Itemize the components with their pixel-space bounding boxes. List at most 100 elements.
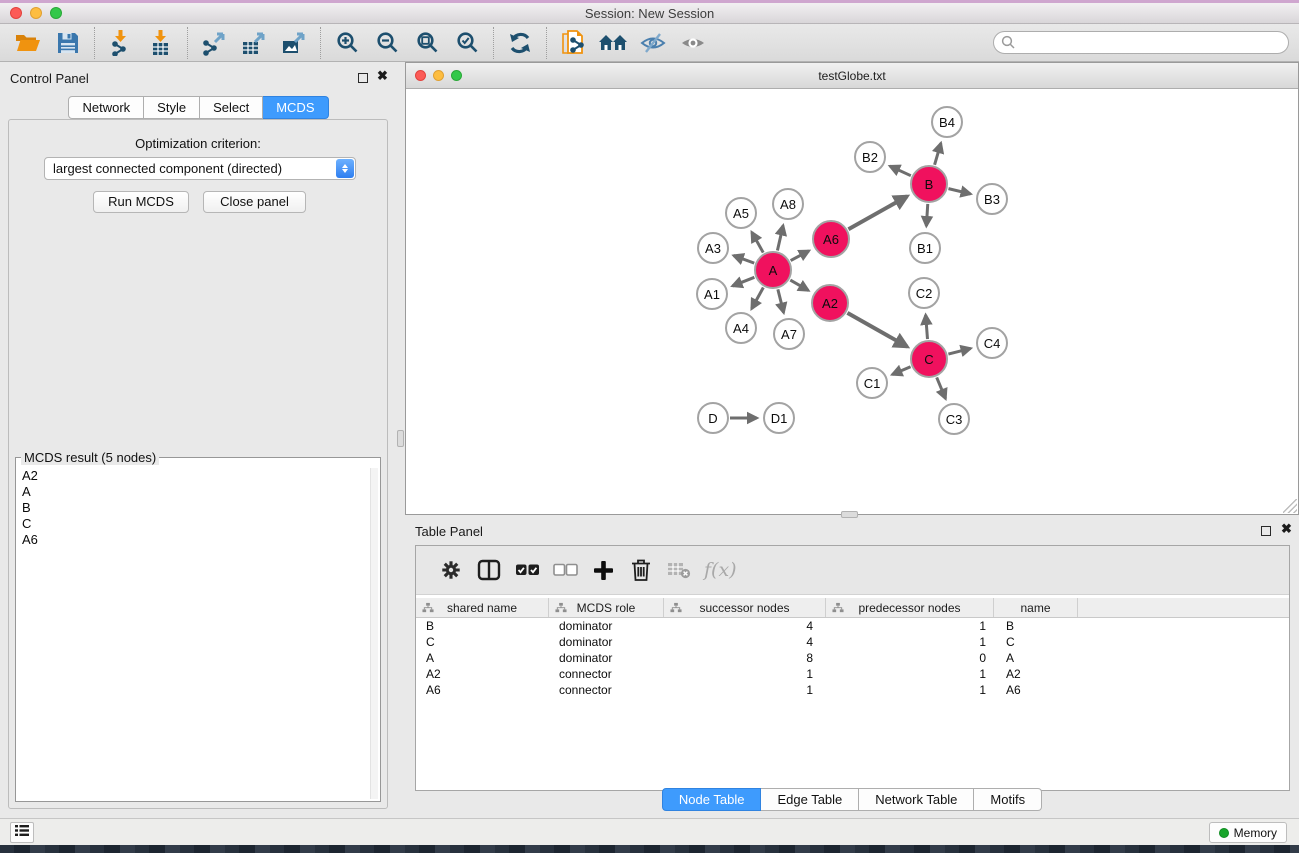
tab-style[interactable]: Style [144,96,200,119]
close-panel-button[interactable]: Close panel [203,191,306,213]
float-table-panel-icon[interactable] [1261,526,1271,536]
zoom-in-icon[interactable] [327,27,367,59]
graph-node-D[interactable]: D [697,402,729,434]
edge-A-A6[interactable] [791,251,809,261]
close-table-panel-icon[interactable]: ✖ [1281,521,1292,537]
graph-node-B[interactable]: B [910,165,948,203]
zoom-selected-icon[interactable] [447,27,487,59]
import-network-icon[interactable] [101,27,141,59]
edge-C-C4[interactable] [948,348,970,354]
table-row[interactable]: Cdominator41C [416,634,1289,650]
edge-A-A2[interactable] [790,280,808,290]
graph-node-A6[interactable]: A6 [812,220,850,258]
column-header-shared-name[interactable]: shared name [416,598,549,617]
refresh-icon[interactable] [500,27,540,59]
horizontal-splitter-grip[interactable] [841,511,858,518]
column-header-predecessor-nodes[interactable]: predecessor nodes [826,598,994,617]
show-columns-icon[interactable] [470,553,508,587]
graph-node-D1[interactable]: D1 [763,402,795,434]
edge-A-A5[interactable] [752,232,763,252]
result-list-item[interactable]: B [18,500,369,516]
import-table-icon[interactable] [141,27,181,59]
criterion-dropdown[interactable]: largest connected component (directed) [44,157,356,180]
graph-node-A8[interactable]: A8 [772,188,804,220]
graph-node-C[interactable]: C [910,340,948,378]
edge-B-B2[interactable] [890,166,911,176]
houses-icon[interactable] [593,27,633,59]
export-table-icon[interactable] [234,27,274,59]
table-row[interactable]: A2connector11A2 [416,666,1289,682]
graph-node-B3[interactable]: B3 [976,183,1008,215]
table-row[interactable]: Bdominator41B [416,618,1289,634]
tab-network-table[interactable]: Network Table [859,788,974,811]
edge-B-B1[interactable] [926,204,927,226]
vertical-splitter-grip[interactable] [397,430,404,447]
unselect-all-icon[interactable] [546,553,584,587]
show-view-icon[interactable] [673,27,713,59]
edge-A-A4[interactable] [752,288,764,309]
column-header-successor-nodes[interactable]: successor nodes [664,598,826,617]
float-panel-icon[interactable] [358,73,368,83]
graph-node-A1[interactable]: A1 [696,278,728,310]
column-header-MCDS-role[interactable]: MCDS role [549,598,664,617]
document-network-icon[interactable] [553,27,593,59]
result-scrollbar[interactable] [370,468,378,799]
tab-node-table[interactable]: Node Table [662,788,762,811]
add-entry-icon[interactable] [584,553,622,587]
graph-node-C1[interactable]: C1 [856,367,888,399]
tab-motifs[interactable]: Motifs [974,788,1042,811]
graph-node-C4[interactable]: C4 [976,327,1008,359]
graph-node-B2[interactable]: B2 [854,141,886,173]
edge-A6-B[interactable] [848,196,907,229]
edge-A-A3[interactable] [734,256,755,264]
open-file-icon[interactable] [8,27,48,59]
result-list-item[interactable]: A2 [18,468,369,484]
result-list-item[interactable]: A [18,484,369,500]
settings-gear-icon[interactable] [432,553,470,587]
hide-view-icon[interactable] [633,27,673,59]
edge-A-A7[interactable] [778,289,784,312]
delete-entry-icon[interactable] [622,553,660,587]
graph-node-C3[interactable]: C3 [938,403,970,435]
edge-C-C2[interactable] [926,315,928,339]
column-header-name[interactable]: name [994,598,1078,617]
edge-A-A1[interactable] [732,277,754,286]
edge-C-C3[interactable] [937,377,946,398]
zoom-out-icon[interactable] [367,27,407,59]
memory-button[interactable]: Memory [1209,822,1287,843]
graph-node-A5[interactable]: A5 [725,197,757,229]
graph-node-A[interactable]: A [754,251,792,289]
table-row[interactable]: Adominator80A [416,650,1289,666]
mcds-result-list[interactable]: A2ABCA6 [18,468,369,799]
result-list-item[interactable]: A6 [18,532,369,548]
network-window-titlebar[interactable]: testGlobe.txt [406,63,1298,89]
tab-network[interactable]: Network [68,96,144,119]
edge-B-B4[interactable] [935,143,941,165]
search-input[interactable] [993,31,1289,54]
table-row[interactable]: A6connector11A6 [416,682,1289,698]
graph-node-A7[interactable]: A7 [773,318,805,350]
tab-select[interactable]: Select [200,96,263,119]
graph-node-B1[interactable]: B1 [909,232,941,264]
run-mcds-button[interactable]: Run MCDS [93,191,189,213]
window-resize-grip[interactable] [1283,499,1297,513]
export-network-icon[interactable] [194,27,234,59]
delete-table-icon[interactable] [660,553,698,587]
close-panel-icon[interactable]: ✖ [377,68,388,84]
task-history-button[interactable] [10,822,34,843]
graph-node-A4[interactable]: A4 [725,312,757,344]
export-image-icon[interactable] [274,27,314,59]
function-builder-icon[interactable]: f(x) [704,559,737,581]
graph-node-A2[interactable]: A2 [811,284,849,322]
edge-B-B3[interactable] [948,189,970,194]
select-all-icon[interactable] [508,553,546,587]
save-session-icon[interactable] [48,27,88,59]
edge-A-A8[interactable] [777,225,783,250]
tab-mcds[interactable]: MCDS [263,96,328,119]
result-list-item[interactable]: C [18,516,369,532]
graph-node-C2[interactable]: C2 [908,277,940,309]
graph-node-B4[interactable]: B4 [931,106,963,138]
tab-edge-table[interactable]: Edge Table [761,788,859,811]
edge-C-C1[interactable] [892,367,910,375]
edge-A2-C[interactable] [847,313,907,347]
